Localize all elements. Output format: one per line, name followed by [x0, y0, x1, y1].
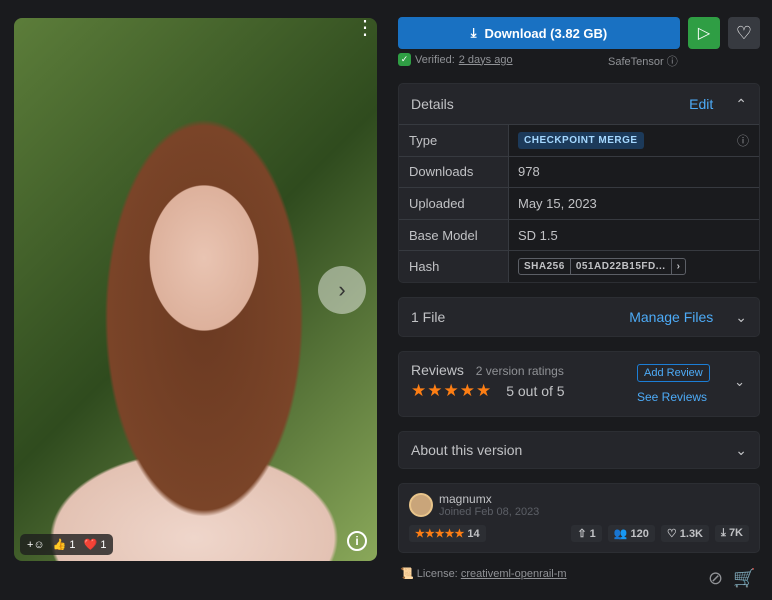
download-label: Download (3.82 GB): [484, 25, 608, 41]
heart-reaction[interactable]: ❤️ 1: [84, 538, 107, 551]
verified-time-link[interactable]: 2 days ago: [459, 54, 513, 66]
heart-icon: ♡: [735, 22, 753, 43]
about-title: About this version: [411, 442, 523, 458]
add-review-button[interactable]: Add Review: [637, 364, 710, 382]
info-icon[interactable]: ⓘ: [667, 56, 678, 68]
like-reaction[interactable]: 👍 1: [53, 538, 76, 551]
verified-label: Verified:: [415, 53, 455, 66]
detail-row-type: Type CHECKPOINT MERGE ⓘ: [399, 124, 759, 156]
next-image-button[interactable]: ›: [318, 266, 366, 314]
safetensor-text: SafeTensor: [608, 56, 664, 68]
downloads-count: 7K: [728, 527, 743, 539]
detail-key: Base Model: [399, 219, 509, 251]
chevron-down-icon[interactable]: ⌄: [735, 309, 747, 326]
creator-card: magnumx Joined Feb 08, 2023 ★★★★★ 14 ⇧ 1 …: [398, 483, 760, 553]
chevron-right-icon[interactable]: ›: [672, 259, 686, 274]
about-panel[interactable]: About this version ⌄: [398, 431, 760, 469]
creator-rating: ★★★★★ 14: [409, 525, 486, 542]
chevron-down-icon[interactable]: ⌄: [735, 442, 747, 459]
more-menu-icon[interactable]: ⋮: [355, 18, 375, 38]
detail-key: Downloads: [399, 156, 509, 188]
downloads-stat: ⤓ 7K: [715, 525, 749, 542]
rating-score: 5 out of 5: [506, 383, 565, 399]
download-button[interactable]: ⤓ Download (3.82 GB): [398, 17, 680, 49]
creator-name[interactable]: magnumx: [439, 492, 539, 506]
restriction-icons: ⊘ 🛒: [708, 568, 756, 589]
detail-row-downloads: Downloads 978: [399, 155, 759, 188]
details-panel: Details Edit ⌃ Type CHECKPOINT MERGE ⓘ Downl…: [398, 83, 760, 283]
uploads-count: 1: [589, 528, 596, 540]
see-reviews-link[interactable]: See Reviews: [637, 390, 707, 404]
likes-count: 1.3K: [679, 528, 704, 540]
verified-status: ✓ Verified: 2 days ago: [398, 53, 513, 66]
detail-key: Hash: [399, 251, 509, 282]
likes-stat: ♡ 1.3K: [660, 525, 710, 542]
license-icon: 📜: [400, 568, 414, 580]
license-link[interactable]: creativeml-openrail-m: [461, 568, 567, 580]
play-icon: ▷: [697, 25, 711, 42]
reviews-title: Reviews: [411, 362, 464, 378]
run-button[interactable]: ▷: [688, 17, 720, 49]
no-sell-cart-icon: 🛒: [733, 568, 756, 588]
type-badge: CHECKPOINT MERGE: [518, 131, 644, 149]
uploads-stat: ⇧ 1: [571, 525, 602, 542]
ratings-count: 2 version ratings: [475, 364, 564, 378]
favorite-button[interactable]: ♡: [728, 17, 760, 49]
download-icon: ⤓: [470, 25, 477, 40]
help-icon[interactable]: ⓘ: [737, 132, 749, 149]
detail-row-hash: Hash SHA256 051AD22B15FD... ›: [399, 250, 759, 282]
chevron-down-icon[interactable]: ⌄: [734, 374, 745, 390]
chevron-up-icon[interactable]: ⌃: [735, 96, 747, 113]
license-label: License:: [416, 568, 458, 580]
detail-value: SD 1.5: [509, 219, 759, 251]
joined-date: Joined Feb 08, 2023: [439, 506, 540, 518]
safetensor-label: SafeTensor ⓘ: [608, 53, 678, 69]
avatar[interactable]: [409, 493, 433, 517]
followers-count: 120: [630, 528, 649, 540]
rating-count: 14: [467, 528, 480, 540]
detail-key: Uploaded: [399, 188, 509, 219]
reactions-bar: +☺ 👍 1 ❤️ 1: [20, 534, 114, 555]
model-preview-image[interactable]: ⋮ › +☺ 👍 1 ❤️ 1 i: [14, 18, 377, 561]
followers-stat: 👥 120: [607, 525, 655, 542]
hash-selector[interactable]: SHA256 051AD22B15FD... ›: [518, 258, 687, 276]
files-panel[interactable]: 1 File Manage Files ⌄: [398, 297, 760, 337]
heart-count: 1: [100, 539, 107, 551]
detail-row-base-model: Base Model SD 1.5: [399, 218, 759, 251]
info-icon[interactable]: i: [347, 531, 367, 551]
detail-value: May 15, 2023: [509, 188, 759, 219]
like-count: 1: [69, 539, 76, 551]
license: 📜 License: creativeml-openrail-m: [400, 567, 567, 580]
details-title: Details: [411, 96, 454, 112]
manage-files-link[interactable]: Manage Files: [629, 309, 713, 325]
shield-check-icon: ✓: [398, 53, 411, 66]
hash-value[interactable]: 051AD22B15FD...: [571, 259, 672, 275]
add-reaction-button[interactable]: +☺: [27, 539, 45, 551]
rating-stars: ★★★★★: [415, 528, 465, 540]
no-generation-icon: ⊘: [708, 568, 724, 588]
detail-row-uploaded: Uploaded May 15, 2023: [399, 187, 759, 219]
detail-value: 978: [509, 156, 759, 188]
files-title: 1 File: [411, 309, 446, 325]
hash-algo[interactable]: SHA256: [519, 259, 571, 275]
edit-link[interactable]: Edit: [689, 96, 713, 112]
rating-stars: ★★★★★: [411, 381, 493, 400]
detail-key: Type: [399, 125, 509, 156]
reviews-panel: Reviews 2 version ratings ★★★★★ 5 out of …: [398, 351, 760, 417]
